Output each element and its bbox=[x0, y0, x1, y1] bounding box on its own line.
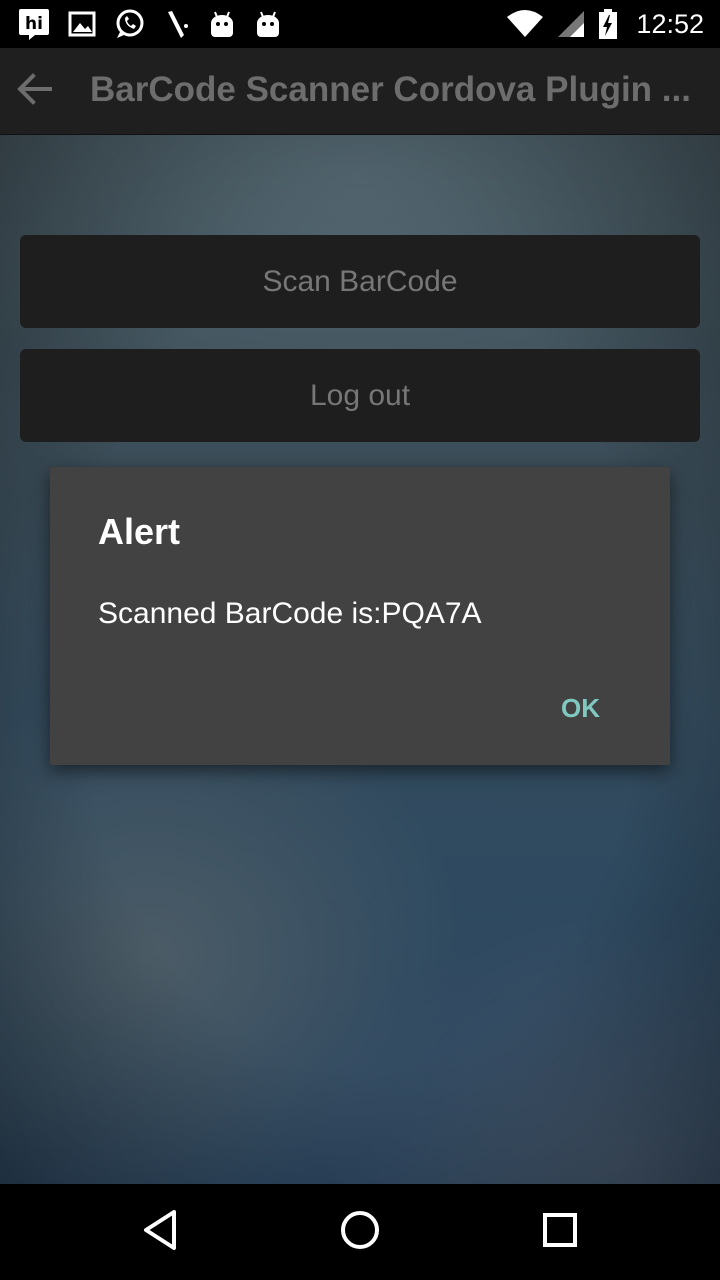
navigation-bar bbox=[0, 1184, 720, 1280]
nav-back-button[interactable] bbox=[136, 1208, 184, 1256]
whatsapp-icon bbox=[114, 8, 146, 40]
app-toolbar: BarCode Scanner Cordova Plugin ... bbox=[0, 48, 720, 135]
nav-home-icon bbox=[338, 1208, 382, 1256]
dialog-message: Scanned BarCode is:PQA7A bbox=[98, 597, 482, 630]
status-bar: hi 12:52 bbox=[0, 0, 720, 48]
hi-app-icon: hi bbox=[18, 7, 50, 41]
nav-recents-icon bbox=[540, 1210, 580, 1254]
android-icon bbox=[254, 9, 282, 39]
nav-recents-button[interactable] bbox=[536, 1208, 584, 1256]
battery-charging-icon bbox=[598, 8, 618, 40]
cell-signal-icon bbox=[556, 9, 586, 39]
screen: hi 12:52 BarCode Scanner Cordova Plugin … bbox=[0, 0, 720, 1280]
nav-home-button[interactable] bbox=[336, 1208, 384, 1256]
back-button[interactable] bbox=[8, 65, 60, 117]
nav-back-icon bbox=[140, 1208, 180, 1256]
dialog-title: Alert bbox=[98, 511, 181, 552]
logout-button[interactable]: Log out bbox=[20, 349, 700, 442]
logout-label: Log out bbox=[309, 378, 411, 412]
pen-icon bbox=[164, 8, 190, 40]
alert-dialog: Alert Scanned BarCode is:PQA7A OK bbox=[50, 467, 670, 765]
android-icon bbox=[208, 9, 236, 39]
svg-text:hi: hi bbox=[25, 14, 43, 34]
wifi-icon bbox=[506, 9, 544, 39]
status-time: 12:52 bbox=[636, 8, 704, 39]
scan-barcode-label: Scan BarCode bbox=[262, 264, 458, 298]
page-title: BarCode Scanner Cordova Plugin ... bbox=[90, 70, 691, 109]
system-icons: 12:52 bbox=[506, 6, 704, 42]
notification-icons: hi bbox=[18, 6, 282, 42]
scan-barcode-button[interactable]: Scan BarCode bbox=[20, 235, 700, 328]
gallery-icon bbox=[68, 11, 96, 37]
ok-button[interactable]: OK bbox=[539, 689, 622, 728]
arrow-back-icon bbox=[16, 73, 52, 109]
